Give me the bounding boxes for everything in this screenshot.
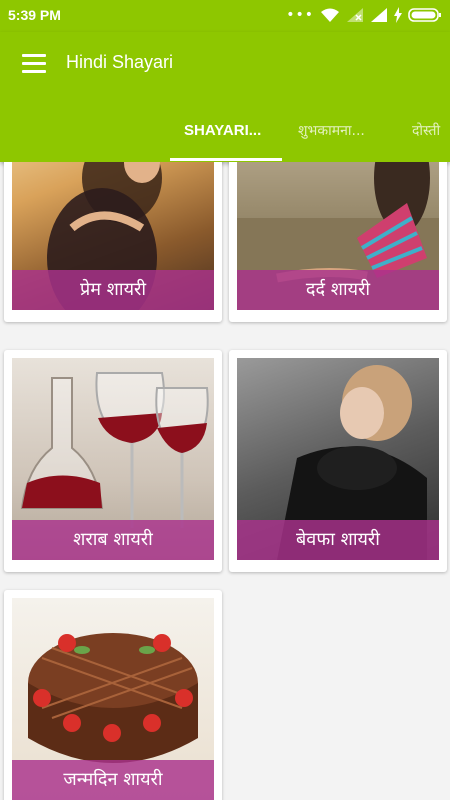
- charging-icon: [394, 7, 402, 23]
- card-caption: जन्मदिन शायरी: [12, 760, 214, 800]
- no-signal-icon: [347, 8, 363, 22]
- tab-dosti[interactable]: दोस्ती: [412, 116, 440, 162]
- card-caption: शराब शायरी: [12, 520, 214, 560]
- wifi-icon: [321, 8, 339, 22]
- card-caption: प्रेम शायरी: [12, 270, 214, 310]
- card-bewafa-shayari[interactable]: बेवफा शायरी: [229, 350, 447, 572]
- card-caption: दर्द शायरी: [237, 270, 439, 310]
- status-time: 5:39 PM: [8, 7, 61, 23]
- notification-dots-icon: •••: [286, 7, 314, 23]
- battery-icon: [408, 8, 441, 22]
- tab-shayari[interactable]: SHAYARI...: [184, 116, 261, 162]
- card-prem-shayari[interactable]: प्रेम शायरी: [4, 162, 222, 322]
- app-bar: Hindi Shayari SHAYARI... शुभकामना... दोस…: [0, 32, 450, 162]
- tab-indicator: [170, 158, 282, 161]
- tab-bar: SHAYARI... शुभकामना... दोस्ती: [0, 116, 450, 162]
- category-grid: प्रेम शायरी दर्द शायरी शराब शायरी बेवफा …: [0, 162, 450, 800]
- tab-shubhkamna[interactable]: शुभकामना...: [298, 116, 365, 162]
- card-sharab-shayari[interactable]: शराब शायरी: [4, 350, 222, 572]
- status-icons: •••: [286, 7, 442, 23]
- status-bar: 5:39 PM •••: [0, 0, 450, 32]
- card-dard-shayari[interactable]: दर्द शायरी: [229, 162, 447, 322]
- card-janamdin-shayari[interactable]: जन्मदिन शायरी: [4, 590, 222, 800]
- signal-icon: [371, 8, 387, 22]
- card-caption: बेवफा शायरी: [237, 520, 439, 560]
- app-title: Hindi Shayari: [66, 52, 174, 72]
- hamburger-menu-icon[interactable]: [22, 54, 48, 74]
